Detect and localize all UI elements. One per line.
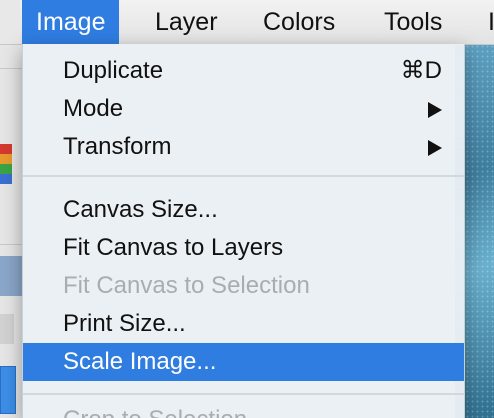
menu-item-scale-image[interactable]: Scale Image... xyxy=(23,343,464,381)
menu-bar-edge xyxy=(0,0,20,44)
tool-button[interactable] xyxy=(0,314,14,344)
menu-separator xyxy=(23,175,464,177)
menu-item-label: Scale Image... xyxy=(63,348,217,375)
toolbox-divider xyxy=(0,68,22,69)
menu-separator xyxy=(23,393,464,395)
selected-tool-button[interactable] xyxy=(0,366,16,414)
submenu-arrow-icon xyxy=(428,140,442,156)
menu-item-label: Transform xyxy=(63,133,172,160)
color-swatch-icon[interactable] xyxy=(0,144,12,188)
menu-item-mode[interactable]: Mode xyxy=(23,90,464,128)
menu-item-canvas-size[interactable]: Canvas Size... xyxy=(23,191,464,229)
menu-bar: Image Layer Colors Tools I xyxy=(0,0,494,45)
menu-item-label: Fit Canvas to Selection xyxy=(63,272,310,299)
menu-item-label: Fit Canvas to Layers xyxy=(63,234,284,261)
tool-option-panel[interactable] xyxy=(0,256,22,296)
toolbox-divider xyxy=(0,244,22,245)
menu-item-fit-canvas-to-selection: Fit Canvas to Selection xyxy=(23,267,464,305)
menu-item-duplicate[interactable]: Duplicate ⌘D xyxy=(23,52,464,90)
shortcut-label: ⌘D xyxy=(400,57,442,84)
menu-item-label: Print Size... xyxy=(63,310,186,337)
menu-item-fit-canvas-to-layers[interactable]: Fit Canvas to Layers xyxy=(23,229,464,267)
image-menu-dropdown: Duplicate ⌘D Mode Transform Canvas Size.… xyxy=(22,44,465,418)
menu-tools[interactable]: Tools xyxy=(370,0,456,44)
menu-filters[interactable]: I xyxy=(474,0,494,44)
menu-item-label: Canvas Size... xyxy=(63,196,218,223)
menu-colors[interactable]: Colors xyxy=(249,0,349,44)
menu-item-transform[interactable]: Transform xyxy=(23,128,464,166)
menu-item-print-size[interactable]: Print Size... xyxy=(23,305,464,343)
menu-item-label: Mode xyxy=(63,95,124,122)
submenu-arrow-icon xyxy=(428,102,442,118)
menu-layer[interactable]: Layer xyxy=(141,0,232,44)
menu-item-crop-to-selection: Crop to Selection xyxy=(63,406,247,418)
toolbox-panel xyxy=(0,44,22,418)
menu-item-label: Duplicate xyxy=(63,57,164,84)
menu-image[interactable]: Image xyxy=(22,0,120,44)
